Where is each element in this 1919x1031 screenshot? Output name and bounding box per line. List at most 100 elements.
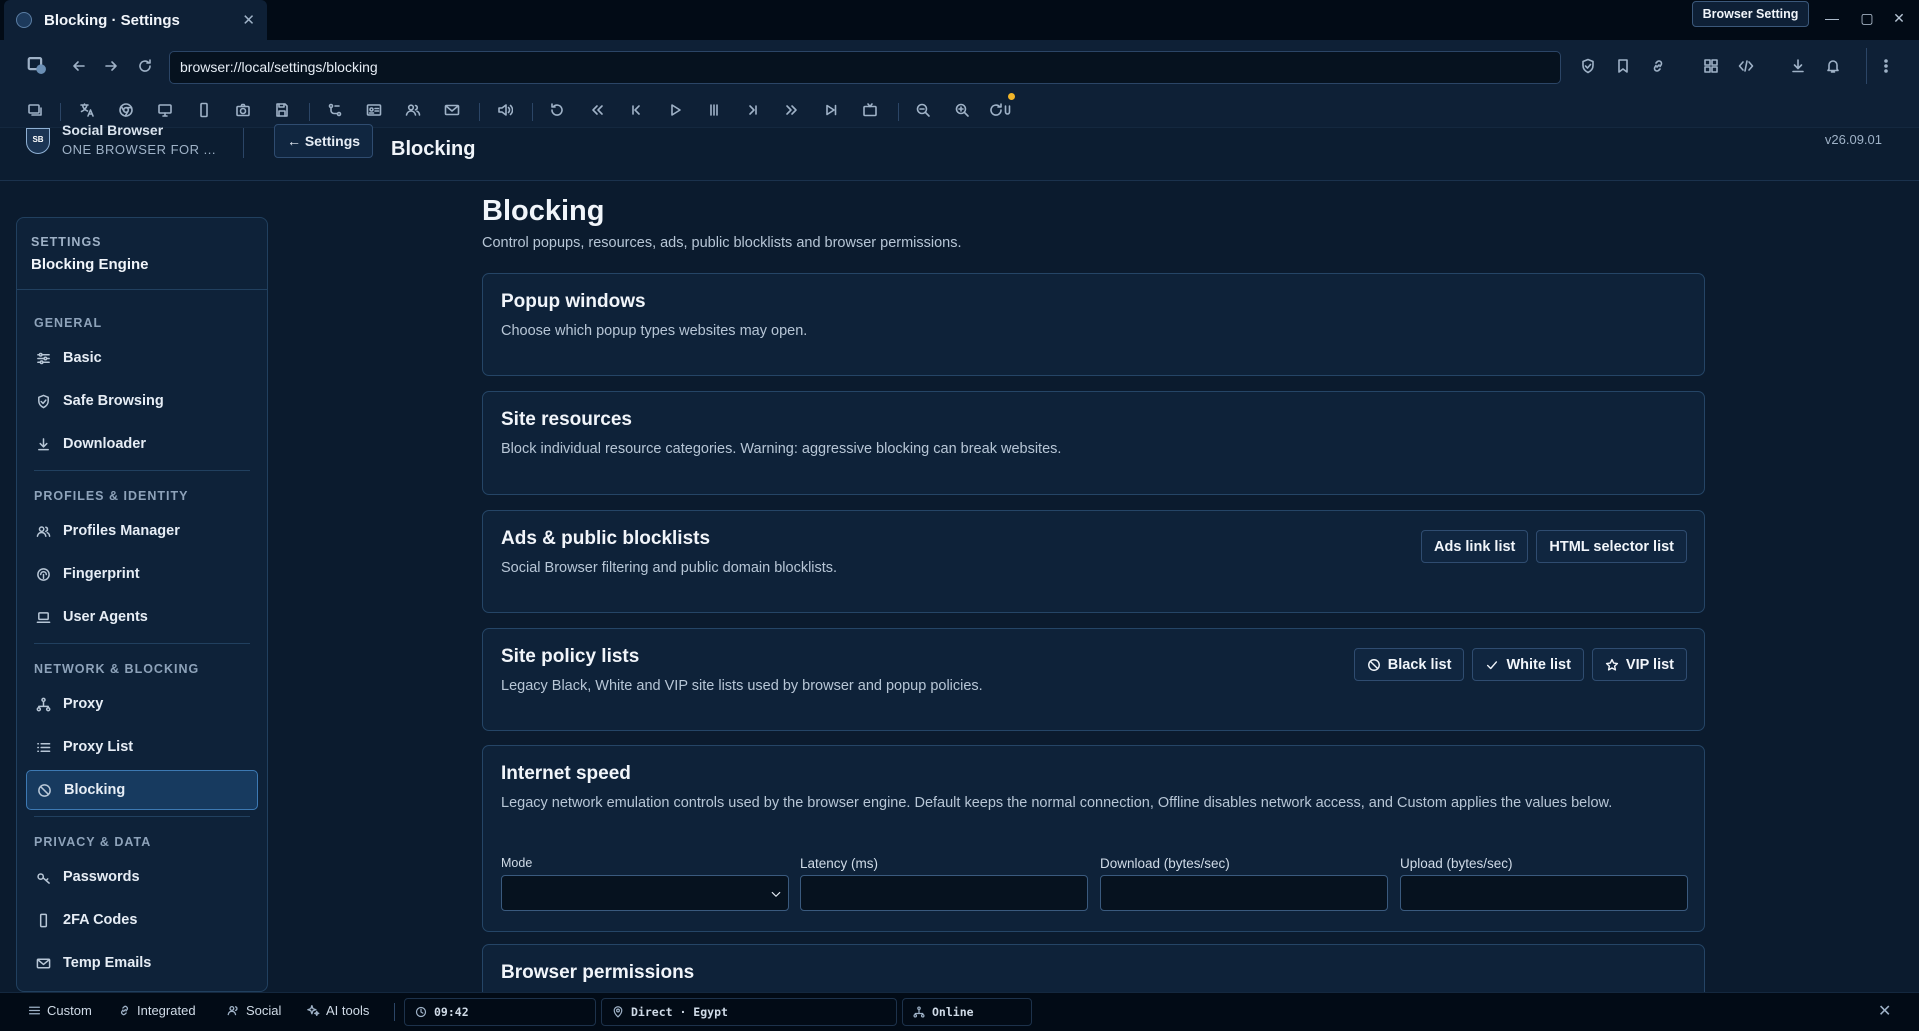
code-icon[interactable] xyxy=(1738,58,1754,74)
bookmark-icon[interactable] xyxy=(1615,58,1631,74)
status-label: Social xyxy=(246,1003,282,1018)
sync-user-icon[interactable] xyxy=(988,102,1012,118)
vip-list-button[interactable]: VIP list xyxy=(1591,648,1687,681)
more-menu-icon[interactable] xyxy=(1878,58,1894,74)
back-arrow-icon[interactable] xyxy=(71,58,87,74)
sidebar-group-title: PROFILES & IDENTITY xyxy=(34,489,189,503)
camera-icon[interactable] xyxy=(235,102,251,118)
popup-windows-card: Popup windows Choose which popup types w… xyxy=(482,273,1705,376)
users-icon[interactable] xyxy=(405,102,421,118)
sidebar-item-proxy[interactable]: Proxy xyxy=(26,684,258,724)
forward-arrow-icon[interactable] xyxy=(103,58,119,74)
sidebar-item-label: 2FA Codes xyxy=(63,912,138,928)
mobile-icon[interactable] xyxy=(196,102,212,118)
link-icon xyxy=(121,1005,128,1016)
status-connection-text: Direct · Egypt xyxy=(631,1005,728,1019)
sidebar-group-general: GENERAL Basic Safe Browsing Downloader xyxy=(17,290,267,471)
star-icon xyxy=(1605,658,1619,671)
sidebar-item-temp-emails[interactable]: Temp Emails xyxy=(26,943,258,983)
undo-icon[interactable] xyxy=(549,102,565,118)
latency-input[interactable] xyxy=(800,875,1088,911)
rewind-icon[interactable] xyxy=(589,102,605,118)
status-close-icon[interactable]: ✕ xyxy=(1878,1001,1891,1021)
browser-tab[interactable]: Blocking · Settings ✕ xyxy=(4,0,267,40)
bell-icon[interactable] xyxy=(1825,58,1841,74)
status-custom[interactable]: Custom xyxy=(28,1003,92,1018)
sidebar-item-label: Fingerprint xyxy=(63,566,140,582)
link-icon[interactable] xyxy=(1650,58,1666,74)
shield-check-icon[interactable] xyxy=(1580,58,1596,74)
maximize-button[interactable]: ▢ xyxy=(1857,10,1877,27)
status-social[interactable]: Social xyxy=(227,1003,281,1018)
skip-back-icon[interactable] xyxy=(628,102,644,118)
windows-icon[interactable] xyxy=(27,102,43,118)
pause-icon[interactable] xyxy=(706,102,722,118)
status-ai-tools[interactable]: AI tools xyxy=(307,1003,369,1018)
skip-forward-icon[interactable] xyxy=(745,102,761,118)
sidebar-item-downloader[interactable]: Downloader xyxy=(26,424,258,464)
zoom-in-icon[interactable] xyxy=(954,102,970,118)
sidebar-item-passwords[interactable]: Passwords xyxy=(26,857,258,897)
sidebar-item-safe-browsing[interactable]: Safe Browsing xyxy=(26,381,258,421)
sidebar-group-network: NETWORK & BLOCKING Proxy Proxy List Bloc… xyxy=(17,654,267,817)
address-bar-input[interactable]: browser://local/settings/blocking xyxy=(169,51,1561,84)
download-icon xyxy=(38,437,49,450)
back-to-settings-button[interactable]: ← Settings xyxy=(274,124,373,158)
status-online-text: Online xyxy=(932,1005,974,1019)
white-list-button[interactable]: White list xyxy=(1472,648,1584,681)
toolbar-divider xyxy=(60,103,61,121)
phone-icon xyxy=(39,913,48,927)
sidebar-item-basic[interactable]: Basic xyxy=(26,338,258,378)
navigation-bar: browser://local/settings/blocking xyxy=(0,40,1919,94)
play-icon[interactable] xyxy=(667,102,683,118)
extensions-icon[interactable] xyxy=(1703,58,1719,74)
fingerprint-icon xyxy=(37,567,50,581)
sidebar-item-profiles-manager[interactable]: Profiles Manager xyxy=(26,511,258,551)
sidebar-item-label: Profiles Manager xyxy=(63,523,180,539)
reload-icon[interactable] xyxy=(137,58,153,74)
download-input[interactable] xyxy=(1100,875,1388,911)
split-route-icon[interactable] xyxy=(327,102,343,118)
upload-label: Upload (bytes/sec) xyxy=(1400,856,1513,871)
mail-icon xyxy=(36,958,51,968)
mail-icon[interactable] xyxy=(444,102,460,118)
save-icon[interactable] xyxy=(274,102,290,118)
sidebar-item-fingerprint[interactable]: Fingerprint xyxy=(26,554,258,594)
volume-icon[interactable] xyxy=(497,102,513,118)
card-title: Browser permissions xyxy=(501,962,695,983)
sidebar-item-blocking[interactable]: Blocking xyxy=(26,770,258,810)
minimize-button[interactable]: — xyxy=(1822,10,1842,26)
status-integrated[interactable]: Integrated xyxy=(118,1003,196,1018)
sidebar-item-user-agents[interactable]: User Agents xyxy=(26,597,258,637)
ads-link-list-button[interactable]: Ads link list xyxy=(1420,530,1529,563)
monitor-icon[interactable] xyxy=(157,102,173,118)
block-icon xyxy=(38,783,51,797)
skip-end-icon[interactable] xyxy=(823,102,839,118)
social-menu-icon[interactable] xyxy=(26,54,48,76)
sidebar-section-title: Blocking Engine xyxy=(31,256,149,273)
translate-icon[interactable] xyxy=(79,102,95,118)
window-close-button[interactable]: ✕ xyxy=(1889,10,1909,27)
zoom-out-icon[interactable] xyxy=(915,102,931,118)
card-description: Block individual resource categories. Wa… xyxy=(501,441,1062,457)
sidebar-header: SETTINGS Blocking Engine xyxy=(17,218,267,290)
card-actions: Ads link list HTML selector list xyxy=(1420,530,1687,563)
card-title: Internet speed xyxy=(501,763,631,784)
users-icon xyxy=(36,525,51,537)
tab-close-icon[interactable]: ✕ xyxy=(242,11,255,29)
tv-icon[interactable] xyxy=(862,102,878,118)
download-icon[interactable] xyxy=(1790,58,1806,74)
black-list-button[interactable]: Black list xyxy=(1353,648,1465,681)
list-icon xyxy=(37,742,51,752)
browser-setting-button[interactable]: Browser Setting xyxy=(1692,1,1809,27)
sidebar-group-profiles: PROFILES & IDENTITY Profiles Manager Fin… xyxy=(17,481,267,644)
fast-forward-icon[interactable] xyxy=(784,102,800,118)
chrome-icon[interactable] xyxy=(118,102,134,118)
sidebar-item-2fa-codes[interactable]: 2FA Codes xyxy=(26,900,258,940)
id-card-icon[interactable] xyxy=(366,102,382,118)
mode-select[interactable] xyxy=(501,875,789,911)
html-selector-list-button[interactable]: HTML selector list xyxy=(1536,530,1687,563)
sidebar-kicker: SETTINGS xyxy=(31,235,102,249)
sidebar-item-proxy-list[interactable]: Proxy List xyxy=(26,727,258,767)
upload-input[interactable] xyxy=(1400,875,1688,911)
